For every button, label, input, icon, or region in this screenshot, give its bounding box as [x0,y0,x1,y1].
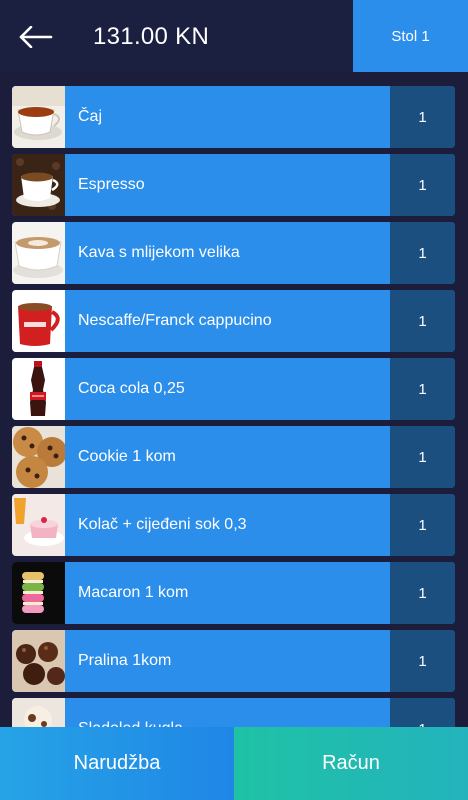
item-quantity: 1 [390,358,455,420]
item-quantity: 1 [390,426,455,488]
bottom-action-bar: Narudžba Račun [0,727,468,800]
list-item[interactable]: Coca cola 0,25 1 [12,358,455,420]
item-name: Macaron 1 kom [78,584,189,601]
list-item[interactable]: Sladoled kugla 1 [12,698,455,727]
item-quantity: 1 [390,222,455,284]
table-button[interactable]: Stol 1 [353,0,468,72]
item-name: Cookie 1 kom [78,448,176,465]
macarons-image [12,562,65,624]
item-name: Sladoled kugla [78,698,183,727]
item-quantity: 1 [390,630,455,692]
item-quantity: 1 [390,86,455,148]
item-name: Kava s mlijekom velika [78,244,240,261]
top-bar: 131.00 KN Stol 1 [0,0,468,72]
arrow-left-icon [19,26,53,48]
list-item[interactable]: Macaron 1 kom 1 [12,562,455,624]
pralines-image [12,630,65,692]
ice-cream-image [12,698,65,727]
list-item[interactable]: Nescaffe/Franck cappucino 1 [12,290,455,352]
list-item[interactable]: Cookie 1 kom 1 [12,426,455,488]
item-name: Čaj [78,108,103,125]
latte-cup-image [12,222,65,284]
back-button[interactable] [14,20,58,54]
list-item[interactable]: Čaj 1 [12,86,455,148]
order-items-list: Čaj 1 Espresso 1 Kava s mlijekom velika … [0,72,468,727]
espresso-cup-image [12,154,65,216]
order-button[interactable]: Narudžba [0,727,234,800]
nescafe-mug-image [12,290,65,352]
bill-button[interactable]: Račun [234,727,468,800]
list-item[interactable]: Kolač + cijeđeni sok 0,3 1 [12,494,455,556]
order-total: 131.00 KN [93,23,210,50]
item-name: Nescaffe/Franck cappucino [78,312,272,329]
item-quantity: 1 [390,290,455,352]
item-name: Kolač + cijeđeni sok 0,3 [78,516,247,533]
tea-cup-image [12,86,65,148]
cake-juice-image [12,494,65,556]
item-quantity: 1 [390,698,455,727]
item-name: Coca cola 0,25 [78,380,185,397]
cookies-image [12,426,65,488]
item-name: Espresso [78,176,145,193]
list-item[interactable]: Espresso 1 [12,154,455,216]
list-item[interactable]: Kava s mlijekom velika 1 [12,222,455,284]
list-item[interactable]: Pralina 1kom 1 [12,630,455,692]
item-quantity: 1 [390,562,455,624]
item-quantity: 1 [390,154,455,216]
item-name: Pralina 1kom [78,652,172,669]
item-quantity: 1 [390,494,455,556]
coca-cola-bottle-image [12,358,65,420]
